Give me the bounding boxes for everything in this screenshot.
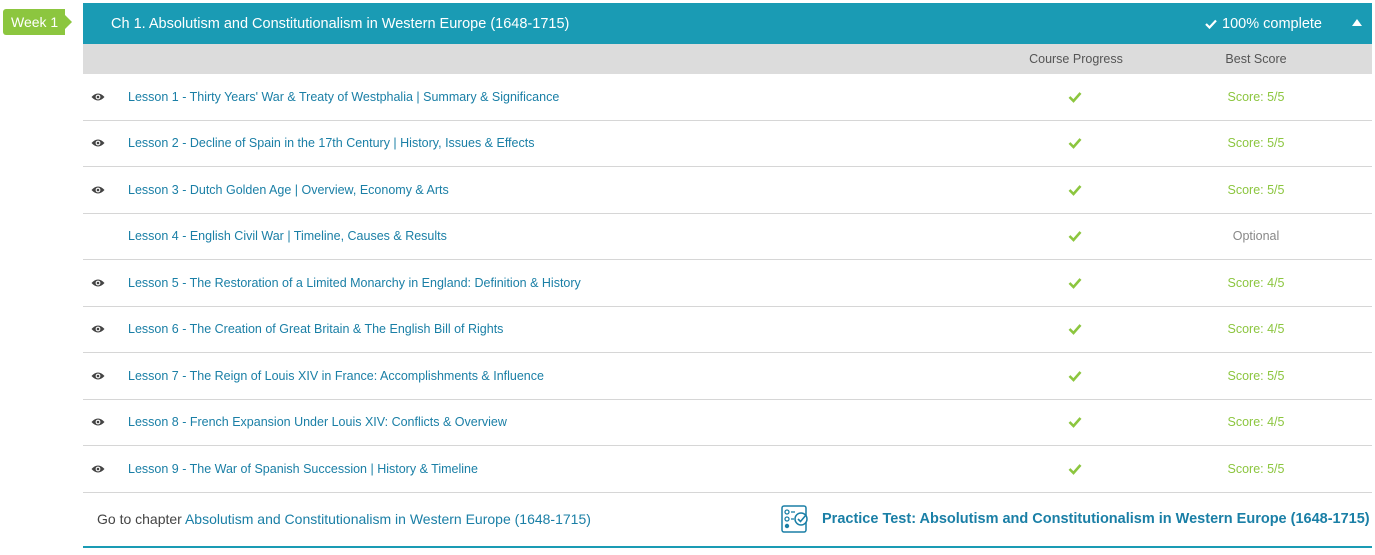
week-badge-label: Week 1: [11, 14, 59, 30]
lesson-row: Lesson 3 - Dutch Golden Age | Overview, …: [83, 167, 1372, 214]
lesson-score: Score: 5/5: [1227, 89, 1285, 104]
lesson-link[interactable]: Lesson 8 - French Expansion Under Louis …: [128, 415, 507, 429]
column-header-row: Course Progress Best Score: [83, 44, 1372, 74]
caret-up-icon[interactable]: [1352, 19, 1362, 26]
checkmark-icon: [1068, 184, 1082, 196]
lesson-row: Lesson 5 - The Restoration of a Limited …: [83, 260, 1372, 307]
lesson-score: Score: 5/5: [1227, 182, 1285, 197]
lesson-link[interactable]: Lesson 2 - Decline of Spain in the 17th …: [128, 136, 534, 150]
goto-chapter-link[interactable]: Absolutism and Constitutionalism in West…: [185, 511, 591, 527]
lesson-score: Score: 4/5: [1227, 322, 1285, 337]
lesson-link[interactable]: Lesson 3 - Dutch Golden Age | Overview, …: [128, 183, 449, 197]
lesson-score: Score: 5/5: [1227, 368, 1285, 383]
lesson-row: Lesson 6 - The Creation of Great Britain…: [83, 307, 1372, 353]
lesson-link[interactable]: Lesson 5 - The Restoration of a Limited …: [128, 276, 581, 290]
lesson-list: Lesson 1 - Thirty Years' War & Treaty of…: [83, 74, 1372, 493]
checkmark-icon: [1068, 277, 1082, 289]
eye-icon: [91, 93, 105, 101]
checkmark-icon: [1068, 138, 1082, 150]
lesson-link[interactable]: Lesson 6 - The Creation of Great Britain…: [128, 322, 503, 336]
checkmark-icon: [1068, 370, 1082, 382]
checkmark-icon: [1068, 417, 1082, 429]
eye-icon: [91, 418, 105, 426]
lesson-score: Score: 5/5: [1227, 461, 1285, 476]
eye-icon: [91, 465, 105, 473]
lesson-row: Lesson 1 - Thirty Years' War & Treaty of…: [83, 74, 1372, 121]
chapter-complete-text: 100% complete: [1222, 15, 1322, 32]
eye-icon: [91, 139, 105, 147]
lesson-row: Lesson 2 - Decline of Spain in the 17th …: [83, 121, 1372, 167]
lesson-score: Score: 4/5: [1227, 275, 1285, 290]
column-header-score: Best Score: [1225, 52, 1287, 66]
practice-test: Practice Test: Absolutism and Constituti…: [780, 504, 1370, 534]
checkmark-icon: [1205, 19, 1217, 29]
lesson-score: Score: 4/5: [1227, 415, 1285, 430]
practice-test-icon[interactable]: [780, 504, 810, 534]
checkmark-icon: [1068, 324, 1082, 336]
eye-icon: [91, 279, 105, 287]
eye-icon: [91, 186, 105, 194]
lesson-row: Lesson 9 - The War of Spanish Succession…: [83, 446, 1372, 493]
lesson-row: Lesson 4 - English Civil War | Timeline,…: [83, 214, 1372, 260]
lesson-link[interactable]: Lesson 7 - The Reign of Louis XIV in Fra…: [128, 369, 544, 383]
lesson-row: Lesson 8 - French Expansion Under Louis …: [83, 400, 1372, 446]
checkmark-icon: [1068, 91, 1082, 103]
lesson-link[interactable]: Lesson 1 - Thirty Years' War & Treaty of…: [128, 90, 559, 104]
column-header-progress: Course Progress: [1029, 52, 1123, 66]
eye-icon: [91, 372, 105, 380]
week-badge: Week 1: [3, 9, 72, 35]
checkmark-icon: [1068, 231, 1082, 243]
lesson-row: Lesson 7 - The Reign of Louis XIV in Fra…: [83, 353, 1372, 400]
lesson-score: Score: 5/5: [1227, 136, 1285, 151]
practice-test-link[interactable]: Practice Test: Absolutism and Constituti…: [822, 511, 1370, 527]
lesson-link[interactable]: Lesson 9 - The War of Spanish Succession…: [128, 462, 478, 476]
lesson-score: Optional: [1232, 229, 1280, 244]
chapter-title: Ch 1. Absolutism and Constitutionalism i…: [111, 15, 570, 32]
chapter-complete-status: 100% complete: [1205, 16, 1322, 32]
eye-icon: [91, 325, 105, 333]
chapter-panel: Ch 1. Absolutism and Constitutionalism i…: [83, 3, 1372, 555]
chapter-footer: Go to chapter Absolutism and Constitutio…: [83, 493, 1372, 548]
goto-chapter-prefix: Go to chapter: [97, 511, 182, 527]
checkmark-icon: [1068, 463, 1082, 475]
chapter-header[interactable]: Ch 1. Absolutism and Constitutionalism i…: [83, 3, 1372, 44]
lesson-link[interactable]: Lesson 4 - English Civil War | Timeline,…: [128, 229, 447, 243]
goto-chapter: Go to chapter Absolutism and Constitutio…: [97, 511, 591, 527]
